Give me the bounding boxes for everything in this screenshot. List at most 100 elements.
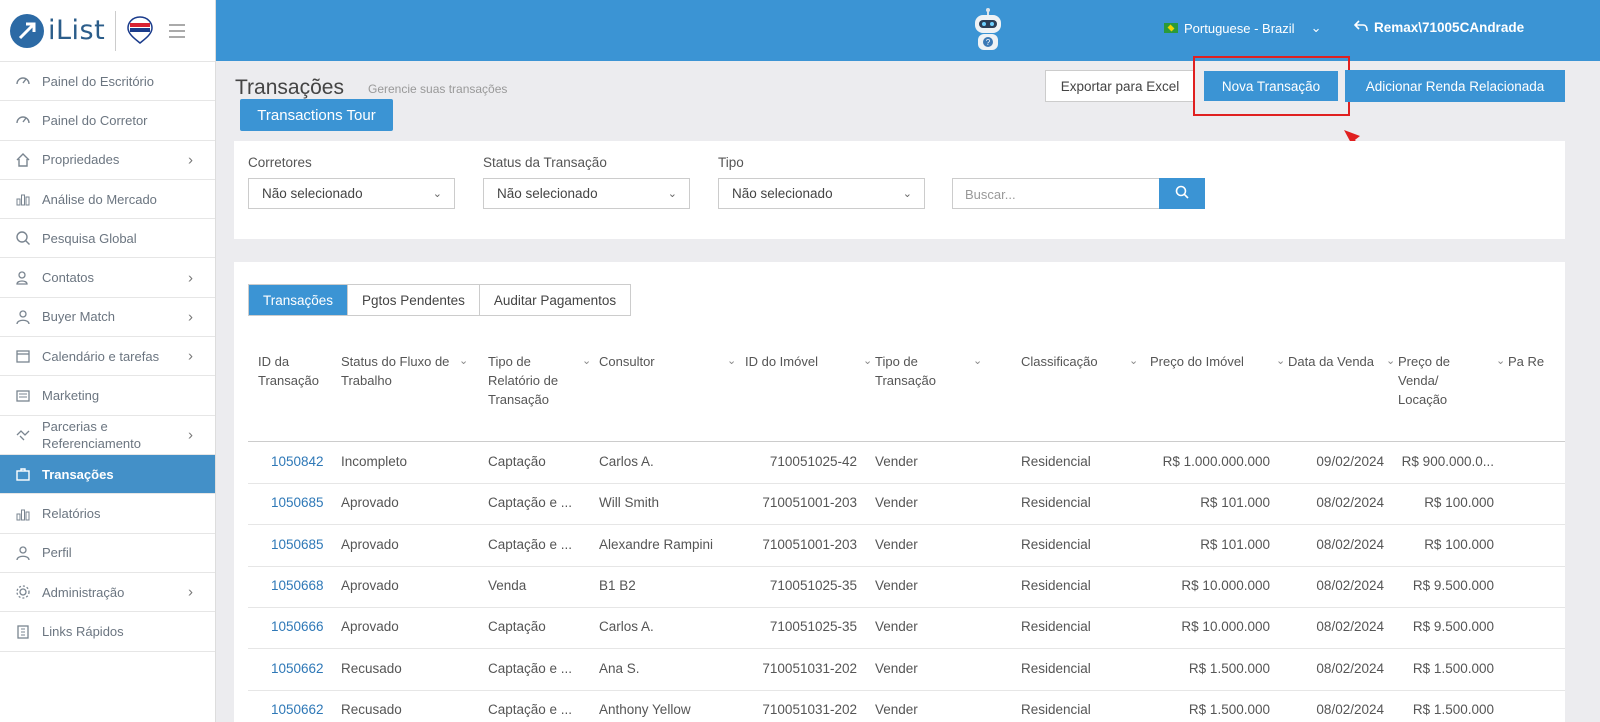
column-header[interactable]: Preço de Venda/ Locação ⌄: [1398, 352, 1505, 409]
page-title: Transações: [235, 76, 344, 99]
sort-chevron-icon[interactable]: ⌄: [1496, 352, 1505, 371]
sort-chevron-icon[interactable]: ⌄: [459, 352, 468, 371]
status-value: Não selecionado: [497, 186, 598, 201]
sidebar-item[interactable]: Transações: [0, 455, 215, 495]
column-header[interactable]: Pa Re: [1508, 352, 1565, 371]
column-header-label: Preço de Venda/ Locação: [1398, 354, 1451, 407]
sidebar-item[interactable]: Painel do Escritório: [0, 62, 215, 102]
table-cell: Residencial: [1021, 619, 1091, 635]
type-select[interactable]: Não selecionado ⌄: [718, 178, 925, 209]
search-button[interactable]: [1159, 178, 1205, 209]
sidebar: iList Painel do Escritório Painel do Corr…: [0, 0, 216, 722]
transaction-id-link[interactable]: 1050842: [271, 454, 341, 469]
sort-chevron-icon[interactable]: ⌄: [863, 352, 872, 371]
tab-audit-payments[interactable]: Auditar Pagamentos: [479, 285, 631, 315]
sidebar-item[interactable]: Pesquisa Global: [0, 219, 215, 259]
column-header-label: Pa Re: [1508, 354, 1545, 369]
column-header[interactable]: Status do Fluxo de Trabalho ⌄: [341, 352, 468, 390]
gauge-icon: [14, 72, 32, 90]
column-header[interactable]: Preço do Imóvel ⌄: [1150, 352, 1285, 371]
add-related-income-button[interactable]: Adicionar Renda Relacionada: [1345, 70, 1565, 102]
user-switch[interactable]: Remax\71005CAndrade: [1353, 20, 1524, 35]
table-cell: Vender: [875, 454, 918, 469]
sidebar-item[interactable]: Relatórios: [0, 494, 215, 534]
sidebar-item[interactable]: Painel do Corretor: [0, 101, 215, 141]
column-header[interactable]: Classificação ⌄: [1021, 352, 1138, 371]
tab-transactions[interactable]: Transações: [249, 285, 349, 315]
table-cell: Carlos A.: [599, 454, 654, 469]
user-icon: [14, 544, 32, 562]
logo-divider: [115, 10, 117, 51]
tab-pending-payments[interactable]: Pgtos Pendentes: [348, 285, 480, 315]
sidebar-item[interactable]: Análise do Mercado: [0, 180, 215, 220]
brokers-select[interactable]: Não selecionado ⌄: [248, 178, 455, 209]
transactions-tour-button[interactable]: Transactions Tour: [240, 99, 393, 131]
sidebar-item[interactable]: Buyer Match ›: [0, 298, 215, 338]
table-cell: Alexandre Rampini: [599, 536, 714, 552]
sidebar-item[interactable]: Perfil: [0, 534, 215, 574]
search-input[interactable]: Buscar...: [952, 178, 1160, 209]
sort-chevron-icon[interactable]: ⌄: [727, 352, 736, 371]
highlight-box: [1193, 56, 1350, 116]
column-header-label: Tipo de Relatório de Transação: [488, 354, 559, 407]
sidebar-item[interactable]: Links Rápidos: [0, 612, 215, 652]
column-header[interactable]: ID da Transação: [258, 352, 332, 390]
table-cell: 09/02/2024: [1316, 454, 1384, 469]
help-robot-icon[interactable]: ?: [968, 6, 1008, 54]
sidebar-item[interactable]: Marketing: [0, 376, 215, 416]
table-header: ID da Transação Status do Fluxo de Trabal…: [248, 342, 1565, 442]
table-row[interactable]: 1050685 Aprovado Captação e ... Will Smith 7…: [248, 483, 1565, 526]
sidebar-item-label: Propriedades: [42, 152, 120, 168]
column-header[interactable]: Tipo de Relatório de Transação ⌄: [488, 352, 591, 409]
sort-chevron-icon[interactable]: ⌄: [1129, 352, 1138, 371]
sort-chevron-icon[interactable]: ⌄: [582, 352, 591, 371]
export-excel-button[interactable]: Exportar para Excel: [1045, 70, 1195, 102]
table-cell: B1 B2: [599, 577, 636, 593]
sidebar-item[interactable]: Calendário e tarefas ›: [0, 337, 215, 377]
language-label: Portuguese - Brazil: [1184, 20, 1295, 36]
column-header-label: ID da Transação: [258, 354, 319, 388]
table-row[interactable]: 1050662 Recusado Captação e ... Ana S. 71005…: [248, 649, 1565, 691]
menu-toggle-icon[interactable]: [169, 23, 186, 38]
table-cell: Captação e ...: [488, 536, 573, 552]
sidebar-item[interactable]: Propriedades ›: [0, 141, 215, 180]
column-header[interactable]: Consultor ⌄: [599, 352, 736, 371]
table-cell: 08/02/2024: [1316, 660, 1384, 676]
column-header[interactable]: Tipo de Transação ⌄: [875, 352, 982, 390]
sidebar-item[interactable]: Parcerias e Referenciamento ›: [0, 416, 215, 456]
sidebar-item[interactable]: Contatos ›: [0, 258, 215, 298]
table-cell: Residencial: [1021, 536, 1091, 552]
table-row[interactable]: 1050662 Recusado Captação e ... Anthony Yel…: [248, 690, 1565, 722]
switch-back-icon: [1353, 20, 1368, 35]
transaction-id-link[interactable]: 1050662: [271, 661, 341, 676]
language-selector[interactable]: Portuguese - Brazil ⌄: [1164, 20, 1321, 36]
transaction-id-link[interactable]: 1050685: [271, 495, 341, 510]
column-header[interactable]: ID do Imóvel ⌄: [745, 352, 872, 371]
sort-chevron-icon[interactable]: ⌄: [973, 352, 982, 371]
ilist-logo-icon[interactable]: [10, 13, 44, 48]
transaction-id-link[interactable]: 1050662: [271, 702, 341, 717]
svg-text:?: ?: [986, 38, 991, 47]
table-row[interactable]: 1050668 Aprovado Venda B1 B2 710051025-35 Ven…: [248, 566, 1565, 608]
sidebar-item[interactable]: Administração ›: [0, 573, 215, 613]
table-cell: Residencial: [1021, 701, 1091, 717]
filter-panel: Corretores Não selecionado ⌄ Status da T…: [234, 141, 1565, 239]
transaction-id-link[interactable]: 1050668: [271, 578, 341, 593]
chevron-right-icon: ›: [188, 269, 193, 287]
table-cell: Incompleto: [341, 454, 408, 469]
transaction-id-link[interactable]: 1050666: [271, 619, 341, 634]
transaction-id-link[interactable]: 1050685: [271, 537, 341, 552]
sort-chevron-icon[interactable]: ⌄: [1276, 352, 1285, 371]
status-select[interactable]: Não selecionado ⌄: [483, 178, 690, 209]
column-header-label: Data da Venda: [1288, 354, 1375, 369]
table-row[interactable]: 1050842 Incompleto Captação Carlos A. 710051…: [248, 442, 1565, 484]
table-cell: R$ 100.000: [1424, 536, 1494, 552]
table-cell: R$ 900.000.0...: [1401, 454, 1494, 469]
column-header[interactable]: Data da Venda ⌄: [1288, 352, 1395, 371]
table-row[interactable]: 1050685 Aprovado Captação e ... Alexandre R…: [248, 525, 1565, 567]
sort-chevron-icon[interactable]: ⌄: [1386, 352, 1395, 371]
table-row[interactable]: 1050666 Aprovado Captação Carlos A. 71005102…: [248, 607, 1565, 650]
table-cell: Vender: [875, 619, 918, 635]
bar-chart-icon: [14, 190, 32, 208]
table-cell: Aprovado: [341, 619, 399, 635]
